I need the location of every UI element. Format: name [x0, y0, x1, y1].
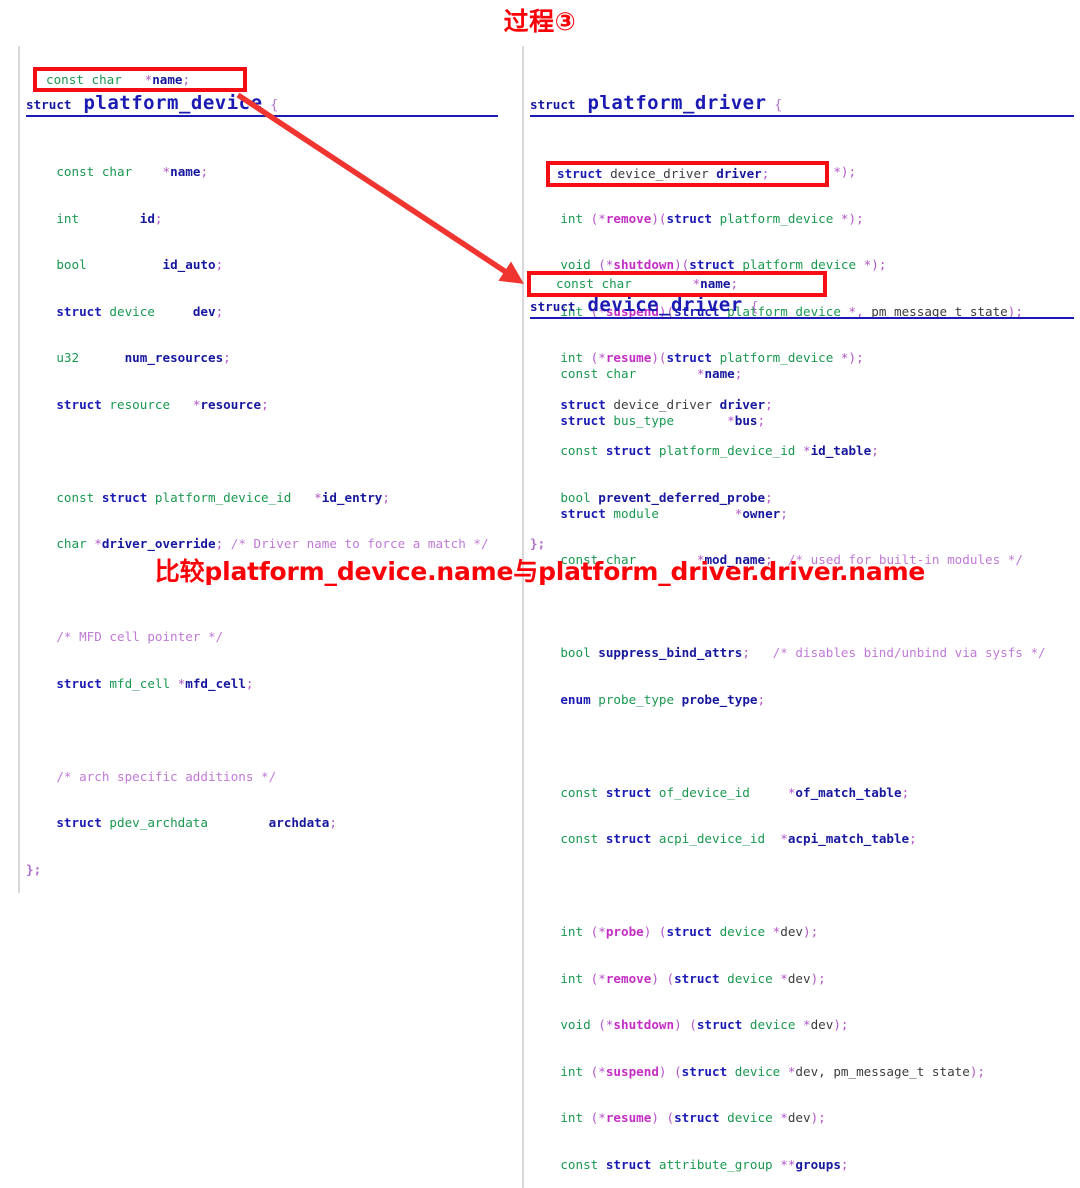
code-line: int (*suspend) (struct device *dev, pm_m… — [530, 1063, 985, 1079]
code-line: char *driver_override; /* Driver name to… — [26, 536, 489, 551]
code-block-platform-device: struct platform_device { const char *nam… — [18, 46, 498, 893]
highlight-text-platform-driver-driver-member: struct device_driver driver; — [557, 166, 770, 181]
code-line: struct mfd_cell *mfd_cell; — [26, 675, 254, 691]
struct-header-platform-driver: struct platform_driver { — [530, 93, 1074, 117]
code-line: int id; — [26, 210, 163, 226]
code-line: struct resource *resource; — [26, 396, 269, 412]
code-line: u32 num_resources; — [26, 350, 231, 365]
code-line: struct bus_type *bus; — [530, 412, 766, 428]
code-line: const struct attribute_group **groups; — [530, 1156, 849, 1172]
code-block-device-driver: struct device_driver { const char *name;… — [522, 248, 1074, 1188]
struct-name-platform-device: platform_device — [83, 91, 263, 114]
highlight-text-platform-device-name: const char *name; — [46, 72, 191, 87]
slide-caption: 比较platform_device.name与platform_driver.d… — [154, 557, 926, 586]
struct-name-platform-driver: platform_driver — [587, 91, 767, 114]
open-brace: { — [262, 97, 279, 113]
code-line: const struct of_device_id *of_match_tabl… — [530, 784, 910, 800]
open-brace: { — [766, 97, 783, 113]
struct-header-platform-device: struct platform_device { — [26, 93, 498, 117]
code-line: const struct platform_device_id *id_entr… — [26, 489, 390, 505]
struct-keyword: struct — [530, 96, 576, 112]
code-line: int (*remove)(struct platform_device *); — [530, 210, 864, 226]
code-line: enum probe_type probe_type; — [530, 691, 766, 707]
code-line: bool id_auto; — [26, 257, 224, 272]
highlight-text-device-driver-name: const char *name; — [556, 276, 739, 291]
code-line: void (*shutdown) (struct device *dev); — [530, 1017, 849, 1032]
struct-keyword: struct — [26, 96, 72, 112]
code-line: /* arch specific additions */ — [26, 768, 277, 784]
code-line-close: }; — [26, 861, 42, 877]
code-line: struct module *owner; — [530, 505, 788, 521]
code-line: /* MFD cell pointer */ — [26, 629, 224, 644]
code-line: const char *name; — [530, 366, 743, 381]
code-line: int (*probe) (struct device *dev); — [530, 924, 819, 939]
code-line: bool suppress_bind_attrs; /* disables bi… — [530, 645, 1046, 660]
code-line: const char *name; — [26, 164, 209, 179]
page-title: 过程③ — [503, 7, 577, 36]
code-line: struct pdev_archdata archdata; — [26, 815, 337, 830]
open-brace: { — [742, 299, 759, 315]
struct-header-device-driver: struct device_driver { — [530, 295, 1074, 319]
code-line: int (*resume) (struct device *dev); — [530, 1110, 826, 1125]
code-line: int (*remove) (struct device *dev); — [530, 970, 826, 986]
code-line: const struct acpi_device_id *acpi_match_… — [530, 831, 917, 846]
code-line: struct device dev; — [26, 303, 224, 319]
struct-keyword: struct — [530, 298, 576, 314]
